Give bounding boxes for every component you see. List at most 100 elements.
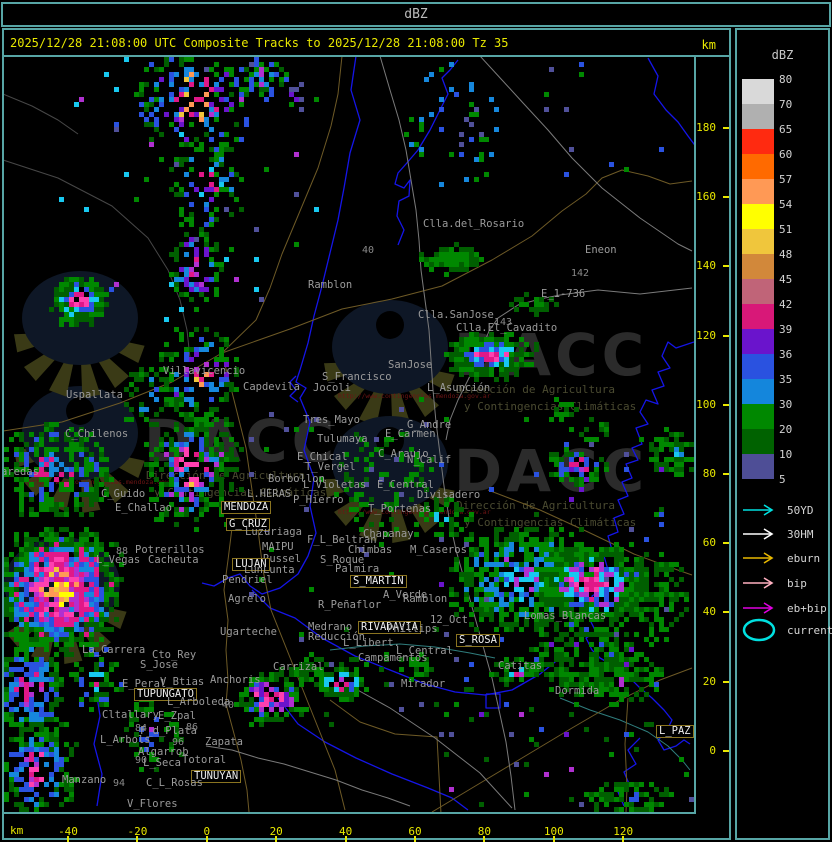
route-line [624, 697, 629, 812]
river-line [93, 689, 103, 807]
y-axis-tick-label: 140 [696, 259, 716, 273]
colorbar-value-label: 20 [779, 423, 793, 436]
colorbar-value-label: 70 [779, 98, 793, 111]
y-axis-tick [723, 749, 729, 752]
city-box-label: S_ROSA [456, 634, 500, 647]
scan-timestamp-title: 2025/12/28 21:08:00 UTC Composite Tracks… [10, 36, 509, 50]
colorbar-swatch [742, 104, 774, 129]
map-label: Capdevila [243, 381, 300, 393]
y-axis-tick-label: 60 [702, 536, 716, 550]
colorbar-value-label: 48 [779, 248, 793, 261]
watermark-brand-text: DACC [454, 437, 648, 505]
track-arrow-icon [743, 528, 774, 540]
color-scale-panel: dBZ 80 70 65 60 57 54 51 48 45 42 39 36 35 30 20 10 5 50… [735, 28, 832, 840]
river-line [647, 57, 694, 146]
colorbar-swatch [742, 454, 774, 479]
logo-pupil [376, 311, 404, 339]
legend-item-label: current [787, 623, 832, 637]
colorbar-value-label: 35 [779, 373, 793, 386]
y-axis-tick [723, 611, 729, 614]
map-label: Catitas [498, 660, 543, 672]
road-line [344, 682, 513, 809]
colorbar-swatch [742, 204, 774, 229]
route-line [329, 699, 442, 812]
radar-map-display[interactable]: DACC Dirección de Agricultura y Contingenc… [4, 57, 696, 814]
map-label: aredas [4, 466, 39, 478]
map-label: E_Carmen [385, 428, 436, 440]
colorbar-value-label: 39 [779, 323, 793, 336]
map-label: E_1-736 [541, 288, 586, 300]
map-label: Jocoli [313, 382, 351, 394]
map-label: Anchoris [210, 674, 261, 686]
route-number-label: 142 [571, 268, 590, 279]
y-axis-tick-label: 20 [702, 674, 716, 688]
map-label: Clla.SanJose [418, 309, 494, 321]
track-arrow-icon [743, 602, 774, 614]
y-axis-tick-label: 120 [696, 328, 716, 342]
status-bar: 2025/12/28 21:08:00 UTC Composite Tracks… [4, 30, 729, 57]
route-number-label: 94 [113, 778, 126, 789]
colorbar-swatch [742, 404, 774, 429]
map-label: Dormida [555, 685, 600, 697]
y-axis-tick [723, 542, 729, 545]
map-label: Tulumaya [317, 433, 368, 445]
boundary-line [4, 93, 79, 135]
map-label: P_Hierro [293, 494, 344, 506]
colorbar-value-label: 60 [779, 148, 793, 161]
map-label: Villavicencio [163, 365, 246, 377]
map-label: C_L_Rosas [146, 777, 203, 789]
x-axis-tick [552, 836, 555, 842]
map-label: Uspallata [66, 389, 123, 401]
city-box-label: S_MARTIN [350, 575, 407, 588]
y-axis-tick-label: 180 [696, 121, 716, 134]
logo-pupil [66, 397, 94, 425]
x-axis-tick [414, 836, 416, 842]
map-label: Ugarteche [220, 626, 277, 638]
map-label: Eneon [585, 244, 617, 256]
colorbar-swatch [742, 304, 774, 329]
y-axis-unit-label: km [701, 38, 716, 52]
map-label: S_Jose [140, 659, 178, 671]
legend-item-label: 30HM [787, 527, 814, 541]
y-axis-tick [723, 334, 729, 337]
map-label: MAIPU [262, 541, 294, 553]
map-label: L_Vegas [96, 554, 141, 566]
track-arrow-icon [743, 577, 774, 589]
route-number-label: 40 [362, 245, 375, 256]
legend-item-current: current [741, 618, 832, 642]
map-label: L_Violetas [303, 479, 367, 491]
colorbar-value-label: 45 [779, 273, 793, 286]
legend-item-label: eburn [787, 551, 821, 565]
legend-item-label: eb+bip [787, 601, 827, 615]
y-axis-tick [723, 473, 729, 475]
colorbar-value-label: 54 [779, 198, 793, 211]
legend-item-bip: bip [741, 571, 807, 595]
legend-item-eburn: eburn [741, 546, 820, 570]
map-label: E_Challao [115, 502, 172, 514]
map-label: Phillips [387, 623, 438, 635]
x-axis-tick [136, 836, 139, 842]
map-label: V_Btias [160, 676, 205, 688]
map-label: Pendriel [222, 574, 273, 586]
map-label: Agrelo [228, 593, 266, 605]
map-label: Palmira [335, 563, 380, 575]
y-axis-tick-label: 0 [709, 743, 716, 757]
y-axis-tick [723, 196, 729, 199]
x-axis-tick [275, 836, 278, 842]
track-arrow-icon [743, 504, 774, 516]
map-label: L_Arbols [100, 734, 151, 746]
colorbar-value-label: 42 [779, 298, 793, 311]
map-label: SanJose [388, 359, 433, 371]
y-axis-tick-label: 80 [702, 467, 716, 480]
x-axis-unit-label: km [10, 824, 24, 837]
map-label: Zapata [205, 736, 243, 748]
colorbar-swatch [742, 79, 774, 104]
x-axis-tick [483, 836, 486, 842]
colorbar-swatch [742, 179, 774, 204]
y-axis-tick-label: 160 [696, 190, 716, 204]
dacc-logo-watermark [14, 271, 145, 398]
y-axis-tick [723, 403, 729, 406]
map-label: Mirador [401, 678, 446, 690]
radar-main-panel: 2025/12/28 21:08:00 UTC Composite Tracks… [2, 28, 731, 842]
map-label: Ramblon [308, 279, 353, 291]
